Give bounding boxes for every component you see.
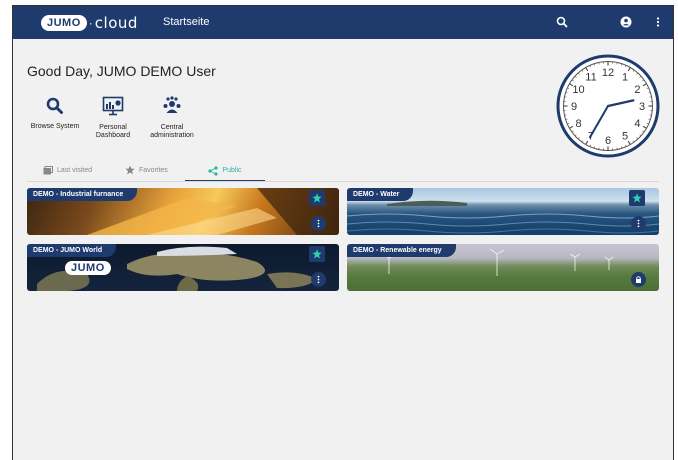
locked-indicator xyxy=(631,272,646,287)
card-menu-button[interactable] xyxy=(311,272,326,287)
share-icon xyxy=(208,166,218,176)
clock-numeral: 5 xyxy=(622,130,628,142)
star-icon xyxy=(632,193,642,203)
central-administration-button[interactable]: Central administration xyxy=(137,96,207,140)
tab-last-visited[interactable]: Last visited xyxy=(43,161,92,179)
clock-numeral: 4 xyxy=(634,118,640,130)
star-icon xyxy=(312,249,322,259)
clock-numeral: 8 xyxy=(575,118,581,130)
clock-numeral: 11 xyxy=(585,72,596,84)
logo-brand: JUMO xyxy=(41,15,87,31)
tab-label: Public xyxy=(222,167,241,174)
card-renewable-energy[interactable]: DEMO - Renewable energy xyxy=(347,244,659,291)
card-menu-button[interactable] xyxy=(311,216,326,231)
search-icon xyxy=(45,96,65,116)
more-vert-icon xyxy=(314,219,323,228)
more-vert-icon[interactable] xyxy=(651,15,665,29)
jumo-cloud-logo[interactable]: JUMO · cloud xyxy=(41,14,138,32)
history-icon xyxy=(43,166,53,175)
more-vert-icon xyxy=(634,219,643,228)
card-title: DEMO - JUMO World xyxy=(27,244,116,257)
clock-numeral: 1 xyxy=(622,72,628,84)
clock-numeral: 12 xyxy=(602,67,614,79)
tab-label: Favorites xyxy=(139,167,168,174)
greeting-text: Good Day, JUMO DEMO User xyxy=(27,63,216,79)
card-jumo-world[interactable]: DEMO - JUMO World JUMO xyxy=(27,244,339,291)
logo-dot: · xyxy=(89,16,93,30)
card-industrial-furnance[interactable]: DEMO - Industrial furnance xyxy=(27,188,339,235)
clock-numeral: 10 xyxy=(572,84,584,96)
search-icon[interactable] xyxy=(555,15,569,29)
favorite-button[interactable] xyxy=(309,190,325,206)
logo-product: cloud xyxy=(95,14,138,32)
page-title: Startseite xyxy=(163,16,209,28)
clock-numeral: 9 xyxy=(571,101,577,113)
card-water[interactable]: DEMO - Water xyxy=(347,188,659,235)
card-menu-button[interactable] xyxy=(631,216,646,231)
more-vert-icon xyxy=(314,275,323,284)
favorite-button[interactable] xyxy=(309,246,325,262)
clock-numeral: 2 xyxy=(634,84,640,96)
jumo-logo-overlay: JUMO xyxy=(65,261,111,275)
group-icon xyxy=(161,96,183,116)
card-title: DEMO - Industrial furnance xyxy=(27,188,137,201)
app-frame: JUMO · cloud Startseite Good Day, JUMO D… xyxy=(12,5,674,460)
account-icon[interactable] xyxy=(619,15,633,29)
star-icon xyxy=(125,165,135,175)
analog-clock: 121234567891011 xyxy=(555,53,661,159)
tab-label: Last visited xyxy=(57,167,92,174)
star-icon xyxy=(312,193,322,203)
shortcut-label: Central administration xyxy=(146,124,198,140)
lock-icon xyxy=(634,275,643,284)
top-app-bar: JUMO · cloud Startseite xyxy=(13,6,673,39)
tab-bar: Last visited Favorites Public xyxy=(27,161,659,182)
clock-numeral: 6 xyxy=(605,135,611,147)
dashboard-icon xyxy=(102,96,124,116)
clock-numeral: 3 xyxy=(639,101,645,113)
tab-public[interactable]: Public xyxy=(185,161,265,181)
shortcut-label: Personal Dashboard xyxy=(91,124,135,140)
favorite-button[interactable] xyxy=(629,190,645,206)
card-title: DEMO - Water xyxy=(347,188,413,201)
card-title: DEMO - Renewable energy xyxy=(347,244,456,257)
tab-favorites[interactable]: Favorites xyxy=(125,161,168,179)
